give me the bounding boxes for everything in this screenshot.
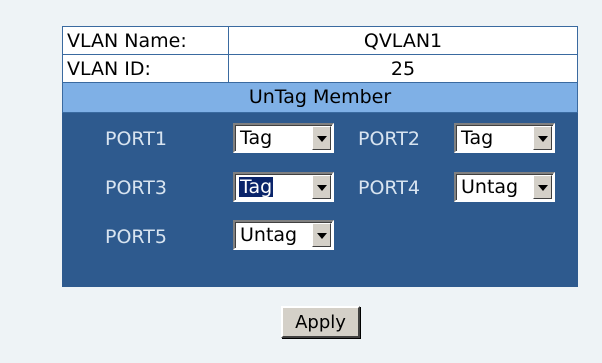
vlan-settings-panel: VLAN Name: QVLAN1 VLAN ID: 25 UnTag Memb… xyxy=(62,26,578,287)
vlan-info-table: VLAN Name: QVLAN1 VLAN ID: 25 xyxy=(62,26,578,83)
chevron-down-icon xyxy=(317,185,327,191)
port2-select[interactable]: Tag xyxy=(454,123,555,153)
port4-selected-value: Untag xyxy=(461,176,519,198)
vlan-name-row: VLAN Name: QVLAN1 xyxy=(62,26,578,55)
vlan-id-row: VLAN ID: 25 xyxy=(62,54,578,83)
chevron-down-icon xyxy=(538,136,548,142)
port4-dropdown-button[interactable] xyxy=(533,175,552,199)
chevron-down-icon xyxy=(317,233,327,239)
port3-select[interactable]: Tag xyxy=(233,172,334,202)
vlan-name-value: QVLAN1 xyxy=(228,26,578,55)
port5-select[interactable]: Untag xyxy=(233,220,334,250)
port3-dropdown-button[interactable] xyxy=(312,175,331,199)
port-settings-area: PORT1 Tag PORT2 Tag PORT3 Tag PORT4 Unta… xyxy=(62,113,578,287)
port1-selected-value: Tag xyxy=(240,127,273,149)
port1-select[interactable]: Tag xyxy=(233,123,334,153)
vlan-name-label: VLAN Name: xyxy=(62,26,229,55)
port3-label: PORT3 xyxy=(105,177,167,199)
apply-button[interactable]: Apply xyxy=(281,306,360,338)
chevron-down-icon xyxy=(538,185,548,191)
port3-selected-value: Tag xyxy=(237,176,275,198)
vlan-id-label: VLAN ID: xyxy=(62,54,229,83)
port1-label: PORT1 xyxy=(105,128,167,150)
port2-label: PORT2 xyxy=(358,128,420,150)
vlan-id-value: 25 xyxy=(228,54,578,83)
untag-member-header: UnTag Member xyxy=(62,83,578,113)
port1-dropdown-button[interactable] xyxy=(312,126,331,150)
port5-selected-value: Untag xyxy=(240,224,298,246)
port5-label: PORT5 xyxy=(105,226,167,248)
port2-selected-value: Tag xyxy=(461,127,494,149)
port4-select[interactable]: Untag xyxy=(454,172,555,202)
chevron-down-icon xyxy=(317,136,327,142)
port4-label: PORT4 xyxy=(358,177,420,199)
port5-dropdown-button[interactable] xyxy=(312,223,331,247)
port2-dropdown-button[interactable] xyxy=(533,126,552,150)
